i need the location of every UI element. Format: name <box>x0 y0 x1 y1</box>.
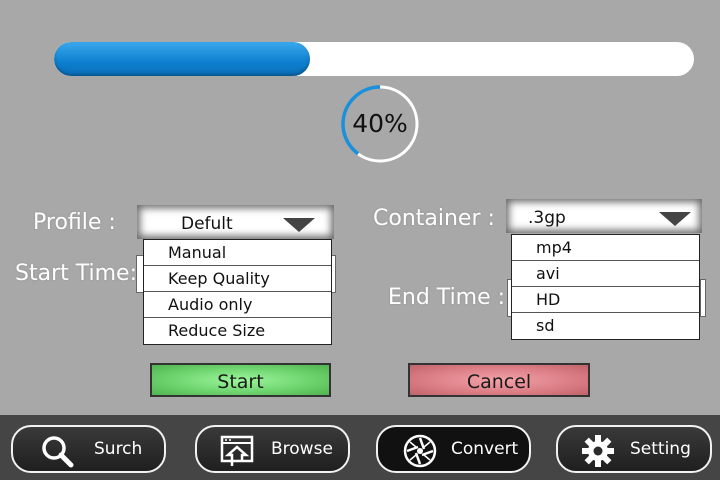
profile-label: Profile : <box>33 210 116 235</box>
container-selected-value: .3gp <box>528 208 566 228</box>
nav-surch-label: Surch <box>94 439 143 459</box>
progress-percent-text: 40% <box>352 109 408 138</box>
container-option-mp4[interactable]: mp4 <box>512 235 699 261</box>
start-button[interactable]: Start <box>150 363 331 397</box>
profile-option-keep-quality[interactable]: Keep Quality <box>144 266 331 292</box>
nav-browse-button[interactable]: Browse <box>195 425 350 473</box>
nav-setting-label: Setting <box>630 439 691 459</box>
nav-convert-button[interactable]: Convert <box>376 425 531 473</box>
container-select[interactable]: .3gp <box>506 199 702 233</box>
container-option-avi[interactable]: avi <box>512 261 699 287</box>
nav-setting-button[interactable]: Setting <box>556 425 712 473</box>
cancel-button[interactable]: Cancel <box>408 363 590 397</box>
search-icon <box>42 436 74 468</box>
container-dropdown: mp4 avi HD sd <box>511 234 700 340</box>
profile-dropdown: Manual Keep Quality Audio only Reduce Si… <box>143 239 332 345</box>
browse-icon <box>220 435 254 466</box>
nav-convert-label: Convert <box>451 439 519 459</box>
profile-select[interactable]: Defult <box>137 205 334 239</box>
nav-browse-label: Browse <box>271 439 333 459</box>
gear-icon <box>582 435 614 467</box>
container-option-hd[interactable]: HD <box>512 287 699 313</box>
container-option-sd[interactable]: sd <box>512 313 699 339</box>
nav-surch-button[interactable]: Surch <box>11 425 166 473</box>
profile-option-reduce-size[interactable]: Reduce Size <box>144 318 331 344</box>
progress-bar <box>54 42 694 76</box>
chevron-down-icon[interactable] <box>283 218 315 232</box>
end-time-label: End Time : <box>388 285 506 310</box>
profile-selected-value: Defult <box>181 214 233 234</box>
end-time-field-edge <box>700 279 706 317</box>
chevron-down-icon[interactable] <box>659 212 691 226</box>
start-time-label: Start Time: <box>15 261 137 286</box>
container-label: Container : <box>373 206 495 231</box>
profile-option-manual[interactable]: Manual <box>144 240 331 266</box>
profile-option-audio-only[interactable]: Audio only <box>144 292 331 318</box>
progress-bar-fill <box>54 42 310 76</box>
progress-ring: 40% <box>340 84 420 164</box>
bottom-nav-bar: Surch Browse Convert Setting <box>0 415 720 480</box>
convert-reel-icon <box>403 434 437 468</box>
